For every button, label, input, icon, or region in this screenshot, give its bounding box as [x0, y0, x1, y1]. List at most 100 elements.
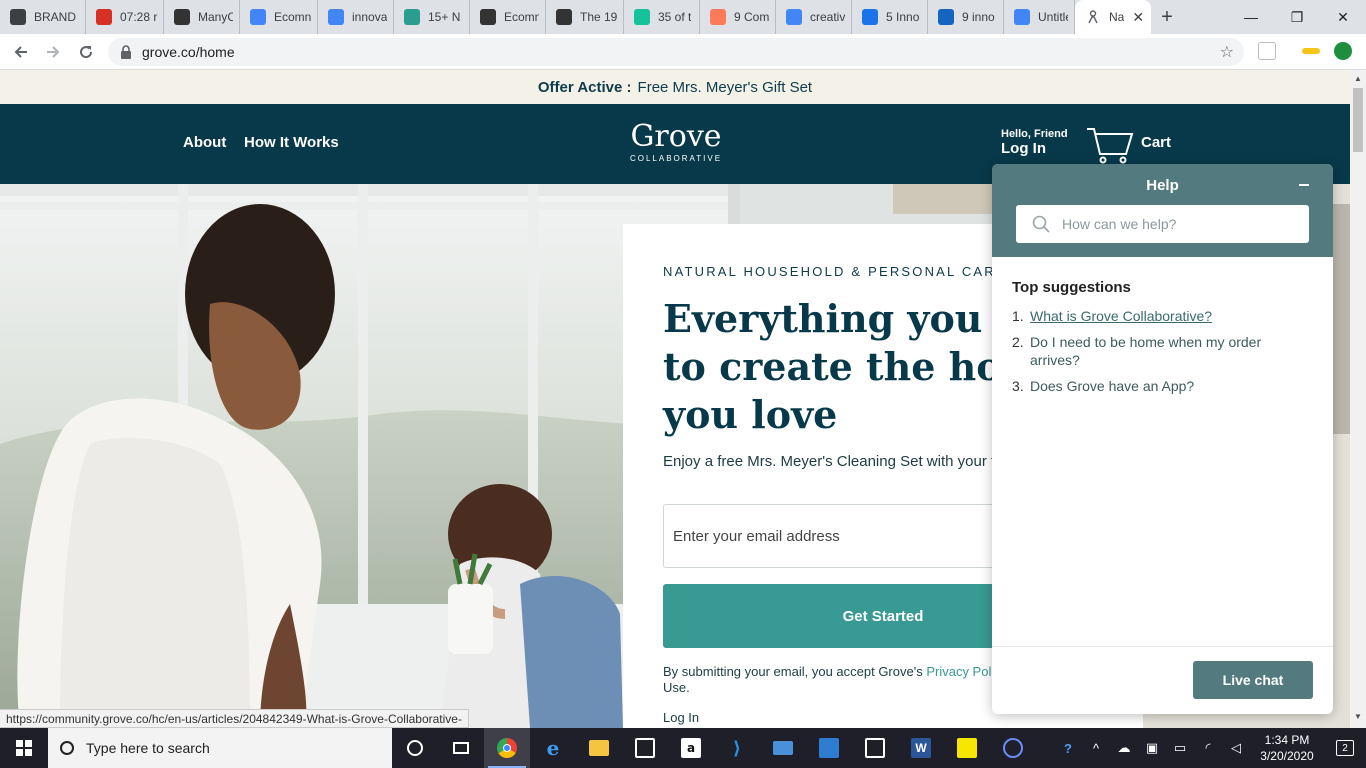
tab-10[interactable]: 9 Com [700, 0, 776, 34]
network-app-icon[interactable] [806, 728, 852, 768]
grove-logo[interactable]: Grove COLLABORATIVE [616, 119, 736, 164]
help-search-input[interactable] [1062, 216, 1282, 232]
bookmark-star-icon[interactable]: ☆ [1220, 42, 1234, 62]
system-tray: ? ^ ☁ ▣ ▭ ◜ ◁ 1:34 PM 3/20/2020 2 [1054, 728, 1366, 768]
help-tray-icon[interactable]: ? [1054, 741, 1082, 756]
taskbar-search[interactable]: Type here to search [48, 728, 392, 768]
battery-icon[interactable]: ▭ [1166, 740, 1194, 756]
page-scrollbar[interactable]: ▲ ▼ [1350, 70, 1366, 728]
volume-icon[interactable]: ◁ [1222, 740, 1250, 756]
suggestion-item[interactable]: 3. Does Grove have an App? [1012, 377, 1312, 395]
tab-8[interactable]: The 19 [546, 0, 624, 34]
logo-name: Grove [630, 119, 722, 154]
search-icon [60, 741, 74, 755]
cart-icon[interactable] [1086, 126, 1134, 164]
tab-13[interactable]: 9 inno [928, 0, 1004, 34]
hubspot-icon [710, 9, 726, 25]
tab-9[interactable]: 35 of t [624, 0, 700, 34]
suggestion-link[interactable]: What is Grove Collaborative? [1030, 307, 1212, 325]
amazon-icon[interactable]: a [668, 728, 714, 768]
update-icon[interactable] [1334, 42, 1352, 60]
scroll-up-icon[interactable]: ▲ [1354, 74, 1362, 83]
back-button[interactable] [8, 39, 34, 65]
address-bar[interactable]: grove.co/home ☆ [108, 38, 1244, 66]
lock-icon [121, 45, 131, 59]
vscode-icon[interactable]: ⟩ [714, 728, 760, 768]
m-letter-icon [938, 9, 954, 25]
suggestion-item[interactable]: 2. Do I need to be home when my order arr… [1012, 333, 1312, 369]
help-footer: Live chat [992, 646, 1333, 714]
extension-bar-icon[interactable] [1302, 48, 1320, 54]
start-button[interactable] [0, 728, 48, 768]
chevron-up-icon[interactable]: ^ [1082, 741, 1110, 756]
cortana-icon[interactable] [392, 728, 438, 768]
maximize-button[interactable]: ❐ [1274, 0, 1320, 34]
help-header: Help [992, 164, 1333, 257]
onedrive-icon[interactable]: ☁ [1110, 740, 1138, 756]
task-view-icon[interactable] [438, 728, 484, 768]
wifi-icon[interactable]: ◜ [1194, 740, 1222, 756]
file-explorer-icon[interactable] [576, 728, 622, 768]
c-letter-icon [862, 9, 878, 25]
tab-4[interactable]: Ecomn [240, 0, 318, 34]
notification-count: 2 [1342, 742, 1348, 754]
tab-label: Ecomn [274, 10, 311, 24]
pyramid-icon [556, 9, 572, 25]
tab-label: creativ [810, 10, 845, 24]
extension-icon[interactable] [1258, 42, 1276, 60]
back-arrow-icon [14, 46, 27, 58]
word-icon[interactable]: W [898, 728, 944, 768]
app-circle-icon[interactable] [990, 728, 1036, 768]
tab-7[interactable]: Ecomn [470, 0, 546, 34]
tab-11[interactable]: creativ [776, 0, 852, 34]
forward-button[interactable] [40, 39, 66, 65]
nav-how-it-works[interactable]: How It Works [244, 134, 339, 151]
notifications-button[interactable]: 2 [1324, 740, 1366, 756]
header-login-link[interactable]: Log In [1001, 140, 1046, 157]
suggestion-link[interactable]: Do I need to be home when my order arriv… [1030, 333, 1312, 369]
display-icon[interactable]: ▣ [1138, 740, 1166, 756]
tab-5[interactable]: innova [318, 0, 394, 34]
tab-label: BRAND [34, 10, 77, 24]
minimize-button[interactable]: — [1228, 0, 1274, 34]
suggestion-item[interactable]: 1. What is Grove Collaborative? [1012, 307, 1312, 325]
suggestions-title: Top suggestions [1012, 279, 1131, 296]
chrome-taskbar-icon[interactable] [484, 728, 530, 768]
minimize-help-button[interactable] [1299, 176, 1311, 194]
tab-3[interactable]: ManyC [164, 0, 240, 34]
taskbar-search-text: Type here to search [86, 740, 210, 756]
nav-about[interactable]: About [183, 134, 226, 151]
clock[interactable]: 1:34 PM 3/20/2020 [1250, 732, 1324, 764]
store-icon[interactable] [622, 728, 668, 768]
edge-icon[interactable]: e [530, 728, 576, 768]
cart-link[interactable]: Cart [1141, 134, 1171, 151]
tab-12[interactable]: 5 Inno [852, 0, 928, 34]
help-search-box[interactable] [1016, 205, 1309, 243]
calculator-icon[interactable] [852, 728, 898, 768]
tab-active-label: Na [1109, 10, 1125, 24]
close-tab-icon[interactable]: ✕ [1132, 9, 1144, 26]
tab-1[interactable]: BRAND [0, 0, 86, 34]
sticky-notes-icon[interactable] [944, 728, 990, 768]
clock-time: 1:34 PM [1264, 733, 1310, 747]
tab-14[interactable]: Untitle [1004, 0, 1075, 34]
live-chat-button[interactable]: Live chat [1193, 661, 1313, 699]
tab-active[interactable]: Na ✕ [1075, 0, 1151, 34]
tab-label: innova [352, 10, 387, 24]
scroll-down-icon[interactable]: ▼ [1354, 712, 1362, 721]
tab-2[interactable]: 07:28 r [86, 0, 164, 34]
google-icon [786, 9, 802, 25]
reload-button[interactable] [73, 39, 99, 65]
mail-icon[interactable] [760, 728, 806, 768]
offer-text: Free Mrs. Meyer's Gift Set [637, 78, 813, 96]
tab-label: Ecomn [504, 10, 539, 24]
tab-6[interactable]: 15+ N [394, 0, 470, 34]
google-icon [328, 9, 344, 25]
suggestion-link[interactable]: Does Grove have an App? [1030, 377, 1194, 395]
new-tab-button[interactable]: + [1151, 0, 1183, 34]
tab-label: 9 Com [734, 10, 769, 24]
manychat-icon [174, 9, 190, 25]
close-window-button[interactable]: ✕ [1320, 0, 1366, 34]
offer-banner[interactable]: Offer Active : Free Mrs. Meyer's Gift Se… [0, 70, 1350, 104]
scrollbar-thumb[interactable] [1353, 88, 1363, 152]
